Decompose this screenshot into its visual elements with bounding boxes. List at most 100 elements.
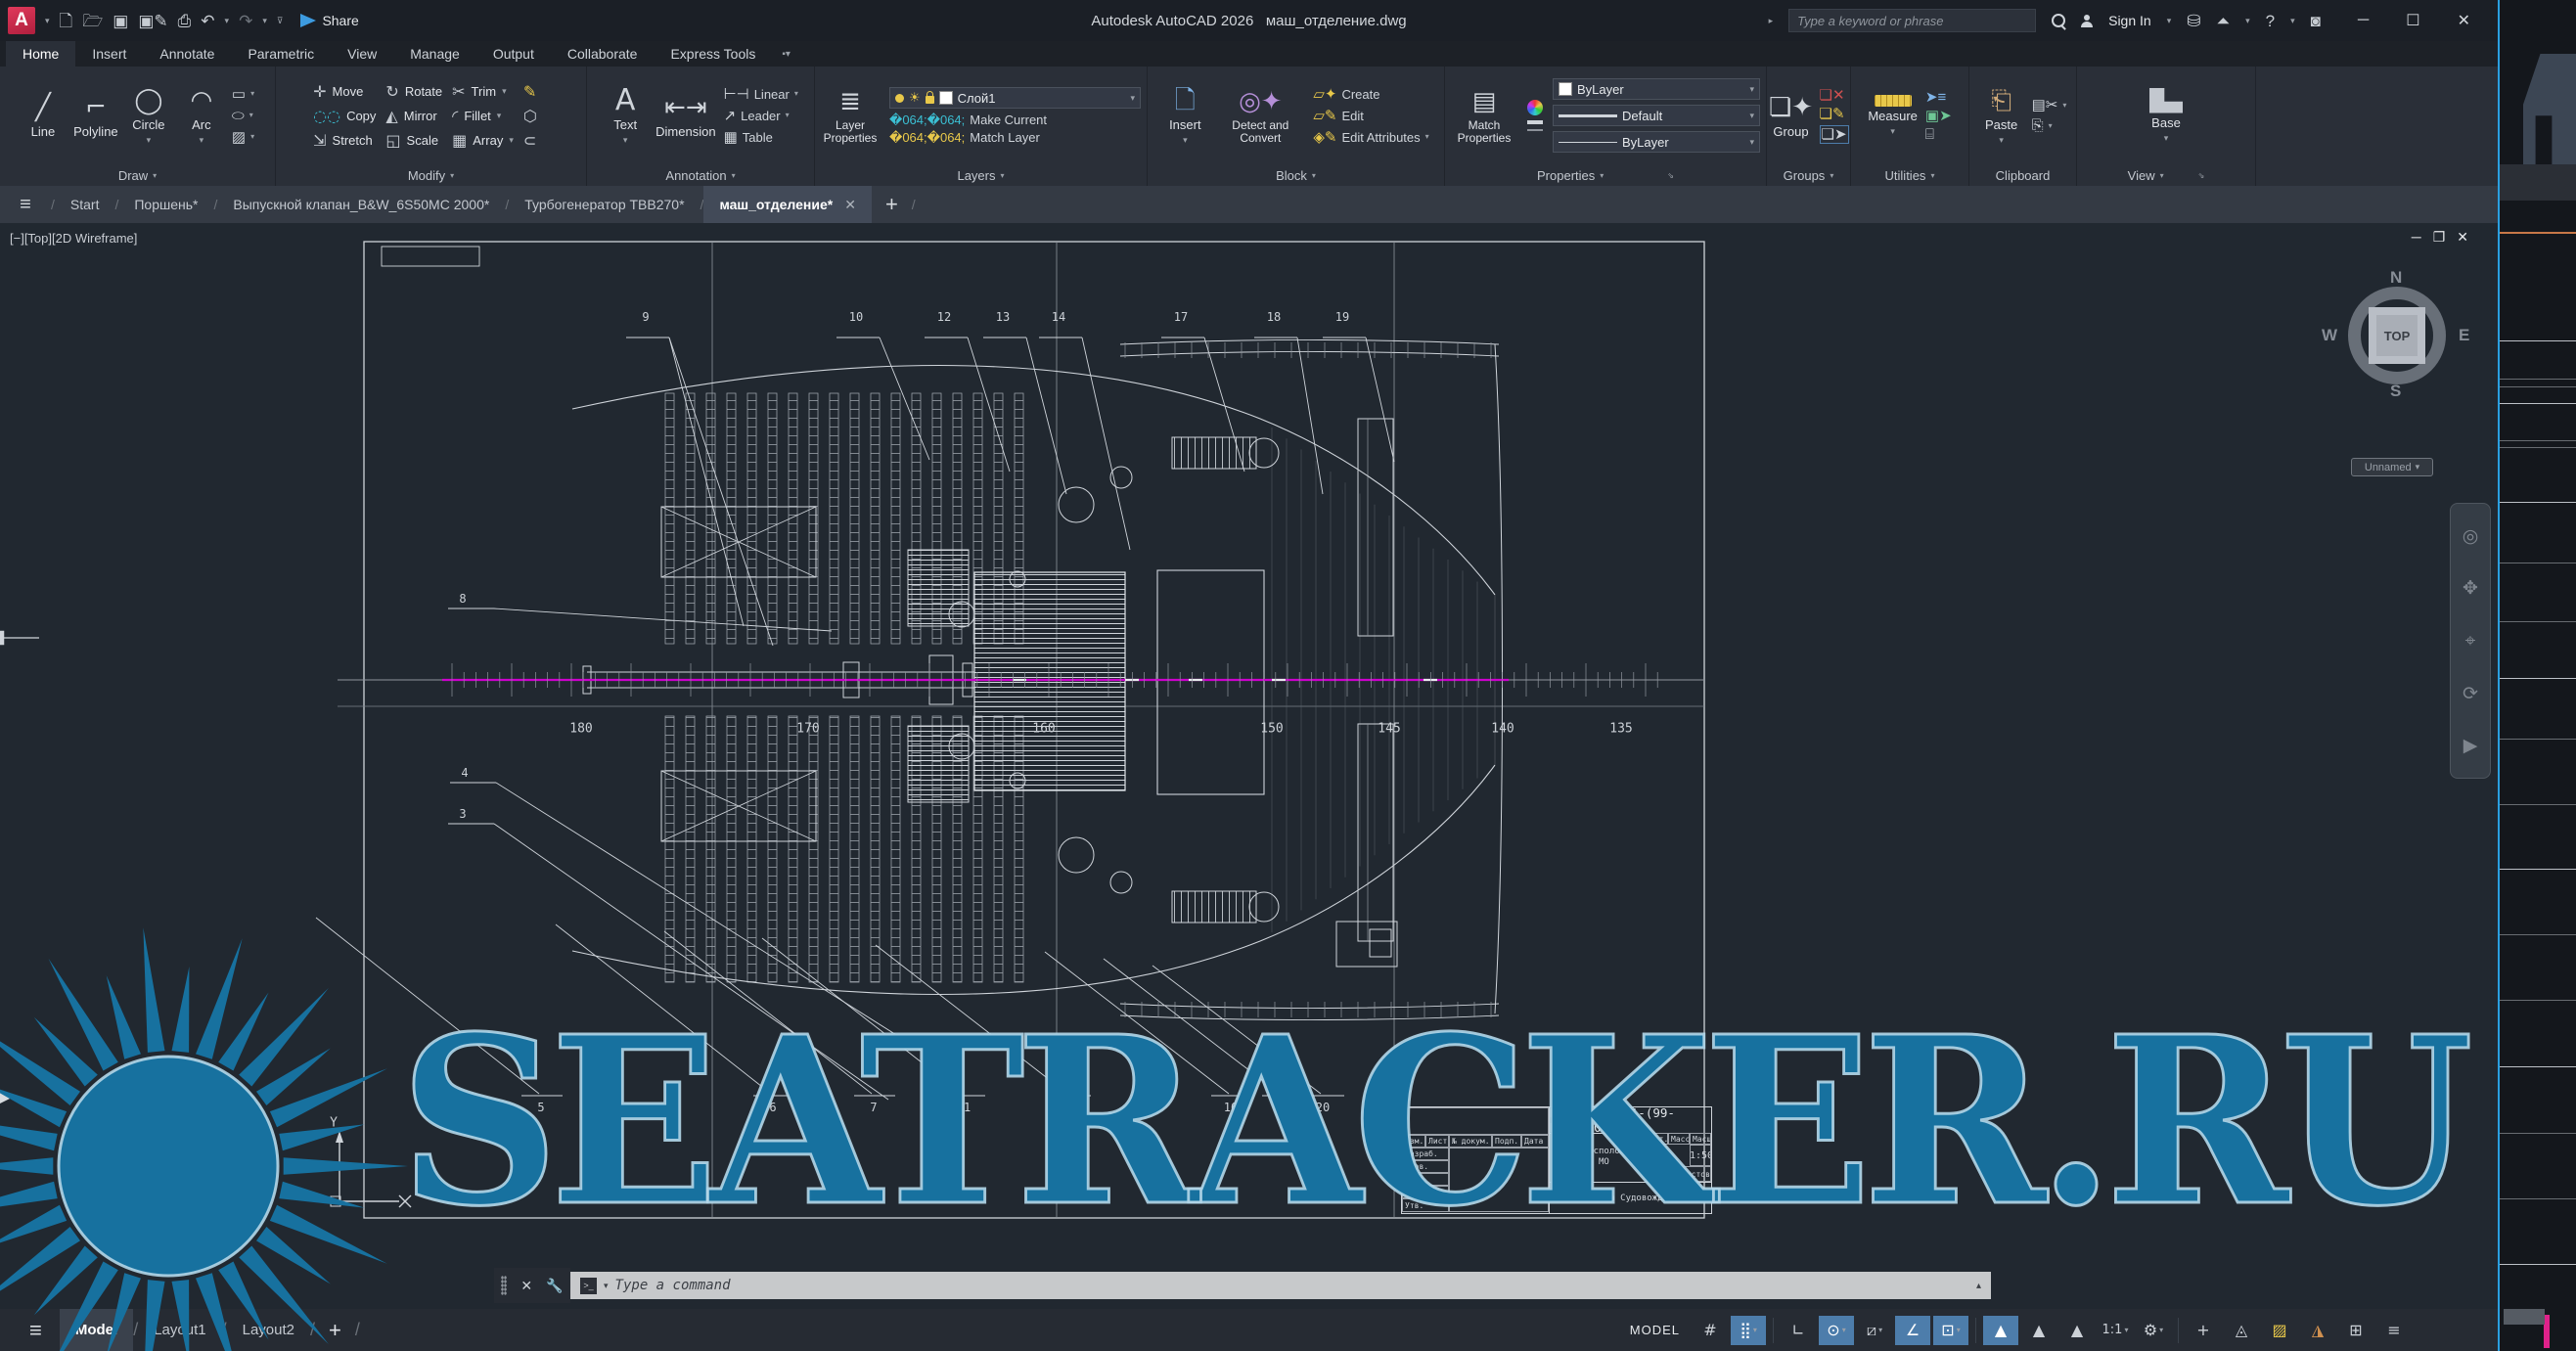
undo-chevron-icon[interactable]: ▾ (225, 16, 230, 26)
layout-tab-layout1[interactable]: Layout1 (138, 1309, 221, 1351)
new-file-icon[interactable]: 🗋 (60, 13, 73, 29)
mirror-button[interactable]: ◭Mirror (385, 107, 442, 125)
ungroup-button[interactable]: ❏✕ (1820, 88, 1849, 103)
edit-block-button[interactable]: ▱✎Edit (1313, 109, 1428, 123)
search-icon[interactable] (2052, 14, 2065, 27)
help-icon[interactable]: ? (2266, 13, 2275, 29)
isolate-objects-icon[interactable]: ◬ (2224, 1316, 2259, 1345)
panel-block-label[interactable]: Block▾ (1148, 164, 1444, 186)
line-button[interactable]: ╱Line (21, 93, 66, 139)
properties-dialog-launcher-icon[interactable]: ⇘ (1667, 171, 1674, 180)
snap-mode-icon[interactable]: ⣿▾ (1731, 1316, 1766, 1345)
hardware-acceleration-icon[interactable]: ◮ (2300, 1316, 2335, 1345)
file-tabs-menu-icon[interactable]: ≡ (0, 186, 51, 223)
customize-wrench-icon[interactable]: 🔧 (546, 1278, 563, 1294)
make-current-button[interactable]: �064;�064; Make Current (889, 113, 1141, 126)
fillet-button[interactable]: ◜Fillet▾ (452, 107, 514, 125)
measure-button[interactable]: Measure▾ (1868, 95, 1918, 137)
ribbon-tab-insert[interactable]: Insert (75, 41, 143, 67)
viewcube-south[interactable]: S (2390, 382, 2401, 401)
command-input[interactable]: >_ ▾ Type a command ▴ (570, 1272, 1991, 1299)
create-block-button[interactable]: ▱✦Create (1313, 87, 1428, 102)
ortho-mode-icon[interactable]: ∟ (1781, 1316, 1816, 1345)
doc-close-icon[interactable]: ✕ (2457, 229, 2480, 245)
move-button[interactable]: ✛Move (313, 82, 376, 101)
command-line-bar[interactable]: ✕ 🔧 >_ ▾ Type a command ▴ (494, 1268, 1991, 1303)
hatch-button[interactable]: ▨▾ (232, 130, 254, 145)
quick-calc-button[interactable]: ⌸ (1925, 127, 1952, 142)
viewcube-north[interactable]: N (2390, 268, 2402, 288)
group-edit-button[interactable]: ❏✎ (1820, 107, 1849, 121)
ellipse-button[interactable]: ⬭▾ (232, 109, 254, 123)
file-tab-3[interactable]: Турбогенератор ТВВ270* (509, 186, 700, 223)
panel-clipboard-label[interactable]: Clipboard (1969, 164, 2076, 186)
annotation-scale-icon[interactable]: ▲ (2059, 1316, 2095, 1345)
explode-button[interactable]: ⬡ (523, 107, 549, 125)
erase-button[interactable]: ✎ (523, 82, 549, 101)
drawing-canvas[interactable]: [−][Top][2D Wireframe] ─❐✕ N S W E TOP U… (0, 223, 2498, 1309)
model-space-toggle[interactable]: MODEL (1630, 1322, 1680, 1338)
panel-properties-label[interactable]: Properties▾⇘ (1445, 164, 1766, 186)
annotation-scale-value[interactable]: 1:1▾ (2098, 1316, 2133, 1345)
panel-view-label[interactable]: View▾⇘ (2077, 164, 2255, 186)
autocad-logo-icon[interactable]: A (8, 7, 35, 34)
file-tab-4[interactable]: маш_отделение*✕ (703, 186, 872, 223)
match-layer-button[interactable]: �064;�064; Match Layer (889, 131, 1141, 144)
doc-minimize-icon[interactable]: ─ (2412, 229, 2433, 245)
undo-icon[interactable]: ↶ (201, 13, 214, 29)
panel-groups-label[interactable]: Groups▾ (1767, 164, 1850, 186)
layout-tab-layout2[interactable]: Layout2 (227, 1309, 310, 1351)
redo-chevron-icon[interactable]: ▾ (262, 16, 267, 26)
linear-button[interactable]: ⊢⊣Linear▾ (724, 87, 798, 102)
sign-in-button[interactable]: Sign In (2108, 13, 2151, 28)
isometric-drafting-icon[interactable]: ⧄▾ (1857, 1316, 1892, 1345)
ribbon-tab-output[interactable]: Output (476, 41, 551, 67)
annotation-monitor-icon[interactable]: + (2186, 1316, 2221, 1345)
ribbon-tab-manage[interactable]: Manage (393, 41, 476, 67)
stretch-button[interactable]: ⇲Stretch (313, 131, 376, 150)
quick-select-button[interactable]: ➤≡ (1925, 90, 1952, 105)
save-as-icon[interactable]: ▣✎ (138, 13, 167, 29)
circle-button[interactable]: ◯Circle▾ (126, 86, 171, 146)
redo-icon[interactable]: ↷ (239, 13, 252, 29)
search-input[interactable]: Type a keyword or phrase (1788, 9, 2036, 32)
panel-annotation-label[interactable]: Annotation▾ (587, 164, 814, 186)
viewcube-east[interactable]: E (2459, 326, 2469, 345)
ribbon-tab-parametric[interactable]: Parametric (231, 41, 331, 67)
view-dialog-launcher-icon[interactable]: ⇘ (2198, 171, 2205, 180)
customize-qat-icon[interactable]: ⊽ (277, 16, 284, 26)
object-snap-icon[interactable]: ⊡▾ (1933, 1316, 1968, 1345)
ribbon-tab-collaborate[interactable]: Collaborate (551, 41, 655, 67)
object-snap-tracking-icon[interactable]: ∠ (1895, 1316, 1930, 1345)
open-file-icon[interactable]: 🗁 (82, 13, 103, 29)
customization-icon[interactable]: ≡ (2376, 1316, 2412, 1345)
recent-commands-chevron-icon[interactable]: ▾ (604, 1281, 609, 1291)
save-icon[interactable]: ▣ (113, 13, 128, 29)
file-tab-2[interactable]: Выпускной клапан_B&W_6S50MC 2000* (217, 186, 505, 223)
clean-screen-icon[interactable]: ⊞ (2338, 1316, 2373, 1345)
file-tab-close-icon[interactable]: ✕ (844, 197, 856, 213)
access-chevron-icon[interactable]: ▾ (2245, 16, 2250, 26)
maximize-button[interactable]: ☐ (2406, 11, 2419, 30)
minimize-button[interactable]: ─ (2358, 12, 2369, 29)
command-expand-icon[interactable]: ▴ (1976, 1281, 1981, 1291)
dimension-button[interactable]: ⇤⇥Dimension (655, 93, 715, 139)
leader-button[interactable]: ↗Leader▾ (724, 109, 798, 123)
ribbon-tab-view[interactable]: View (331, 41, 393, 67)
drag-handle-icon[interactable] (501, 1276, 507, 1295)
help-chevron-icon[interactable]: ▾ (2290, 16, 2295, 26)
lineweight-icon[interactable] (1527, 120, 1543, 124)
select-all-button[interactable]: ▣➤ (1925, 109, 1952, 123)
polar-tracking-icon[interactable]: ⊙▾ (1819, 1316, 1854, 1345)
plot-icon[interactable]: ⎙ (178, 13, 192, 29)
detect-convert-button[interactable]: ◎✦Detect and Convert (1219, 87, 1301, 145)
insert-button[interactable]: 🗋Insert▾ (1162, 86, 1207, 146)
rectangle-button[interactable]: ▭▾ (232, 87, 254, 102)
ribbon-options-chevron-icon[interactable]: ▪▾ (772, 41, 800, 67)
viewcube[interactable]: N S W E TOP (2333, 272, 2461, 399)
viewcube-top-face[interactable]: TOP (2369, 307, 2425, 364)
new-drawing-tab-button[interactable]: + (872, 186, 912, 223)
group-button[interactable]: ❏✦Group (1769, 93, 1814, 139)
array-button[interactable]: ▦Array▾ (452, 131, 514, 150)
table-button[interactable]: ▦Table (724, 130, 798, 145)
